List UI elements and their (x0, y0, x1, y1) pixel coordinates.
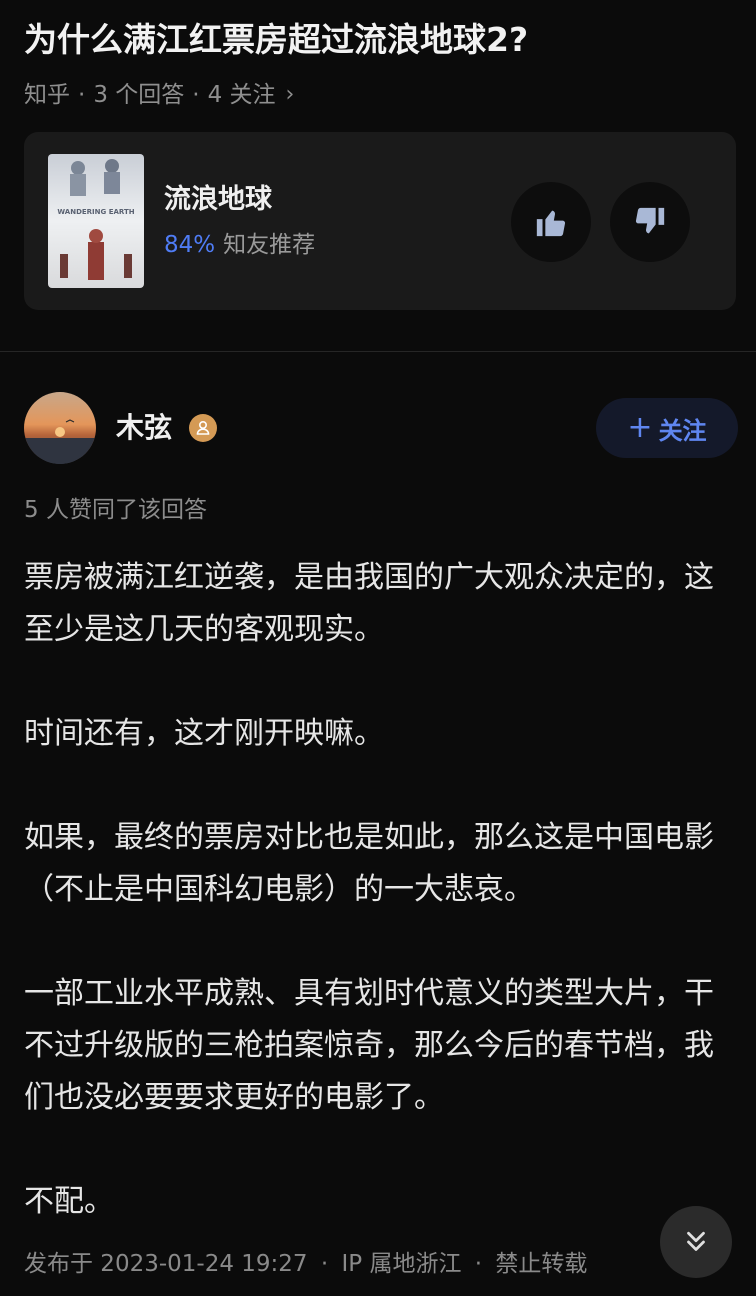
question-meta[interactable]: 知乎 · 3 个回答 · 4 关注 › (24, 78, 294, 112)
answer-body: 票房被满江红逆袭，是由我国的广大观众决定的，这至少是这几天的客观现实。 时间还有… (24, 552, 736, 1228)
follow-count: 4 关注 (207, 82, 276, 108)
meta-separator: · (192, 82, 200, 108)
recommend-label: 知友推荐 (223, 232, 316, 258)
avatar[interactable] (24, 392, 96, 464)
answer-paragraph: 一部工业水平成熟、具有划时代意义的类型大片，干不过升级版的三枪拍案惊奇，那么今后… (24, 976, 714, 1115)
answer-paragraph: 时间还有，这才刚开映嘛。 (24, 716, 384, 751)
question-title[interactable]: 为什么满江红票房超过流浪地球2? (24, 14, 736, 66)
follow-label: 关注 (658, 416, 707, 445)
answer-paragraph: 如果，最终的票房对比也是如此，那么这是中国电影（不止是中国科幻电影）的一大悲哀。 (24, 820, 714, 907)
movie-upvote-button[interactable] (511, 182, 591, 262)
publish-time: 发布于 2023-01-24 19:27 (24, 1251, 308, 1277)
thumbs-up-icon (536, 210, 566, 237)
copyright-notice: 禁止转载 (495, 1251, 588, 1277)
person-badge-icon (189, 414, 217, 442)
movie-name[interactable]: 流浪地球 (164, 182, 272, 218)
movie-recommendation: 84% 知友推荐 (164, 228, 315, 262)
scroll-down-button[interactable] (660, 1206, 732, 1278)
footer-separator: · (474, 1251, 483, 1277)
answer-page: 为什么满江红票房超过流浪地球2? 知乎 · 3 个回答 · 4 关注 › WAN… (0, 0, 756, 1296)
answer-footer: 发布于 2023-01-24 19:27 · IP 属地浙江 · 禁止转载 (24, 1246, 587, 1282)
recommend-percent: 84% (164, 232, 216, 258)
movie-downvote-button[interactable] (610, 182, 690, 262)
section-divider (0, 351, 756, 352)
follow-button[interactable]: + 关注 (596, 398, 738, 458)
ip-location: IP 属地浙江 (341, 1251, 462, 1277)
double-chevron-down-icon (687, 1231, 705, 1251)
source-label: 知乎 (24, 82, 70, 108)
chevron-right-icon: › (285, 82, 295, 107)
answer-paragraph: 票房被满江红逆袭，是由我国的广大观众决定的，这至少是这几天的客观现实。 (24, 560, 714, 647)
answer-paragraph: 不配。 (24, 1184, 114, 1219)
thumbs-down-icon (635, 207, 665, 234)
plus-icon: + (627, 410, 653, 445)
movie-card[interactable]: WANDERING EARTH 流浪地球 84% 知友推荐 (24, 132, 736, 310)
meta-separator: · (78, 82, 86, 108)
movie-poster[interactable]: WANDERING EARTH (48, 154, 144, 288)
vote-count: 5 人赞同了该回答 (24, 497, 207, 523)
poster-title: WANDERING EARTH (57, 208, 134, 216)
author-name[interactable]: 木弦 (116, 408, 172, 448)
answer-count: 3 个回答 (93, 82, 185, 108)
footer-separator: · (320, 1251, 329, 1277)
